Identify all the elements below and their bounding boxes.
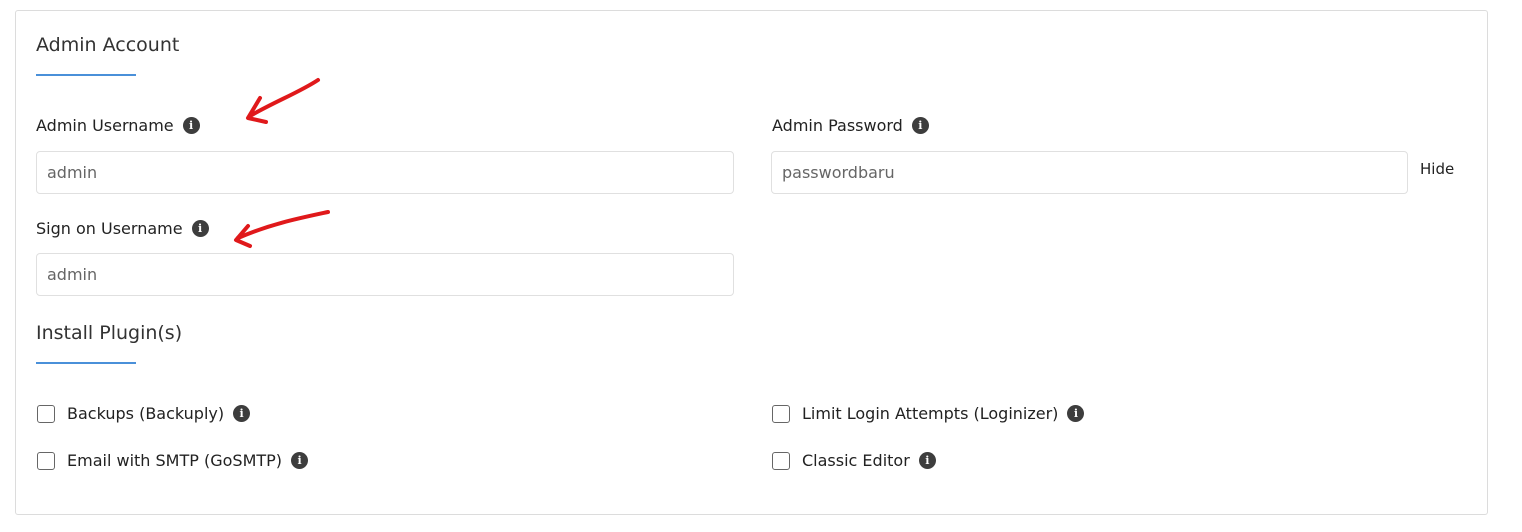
red-arrow-annotation-icon <box>234 210 330 248</box>
plugin-gosmtp-option[interactable]: Email with SMTP (GoSMTP) i <box>37 451 309 470</box>
plugin-backuply-option[interactable]: Backups (Backuply) i <box>37 404 251 423</box>
plugin-classic-editor-option[interactable]: Classic Editor i <box>772 451 936 470</box>
plugin-classic-editor-checkbox[interactable] <box>772 451 790 470</box>
plugin-classic-editor-label: Classic Editor <box>802 451 910 470</box>
admin-password-label: Admin Password <box>772 116 903 135</box>
admin-account-title: Admin Account <box>36 34 180 56</box>
info-icon[interactable]: i <box>182 117 200 134</box>
plugin-backuply-checkbox[interactable] <box>37 404 55 423</box>
plugin-backuply-label: Backups (Backuply) <box>67 404 225 423</box>
info-icon[interactable]: i <box>1067 405 1085 422</box>
admin-username-label-row: Admin Username i <box>36 116 200 135</box>
admin-account-underline <box>36 74 136 76</box>
signon-username-label-row: Sign on Username i <box>36 219 209 238</box>
info-icon[interactable]: i <box>291 452 309 469</box>
info-icon[interactable]: i <box>918 452 936 469</box>
admin-password-label-row: Admin Password i <box>772 116 929 135</box>
info-icon[interactable]: i <box>911 117 929 134</box>
plugin-gosmtp-checkbox[interactable] <box>37 451 55 470</box>
signon-username-label: Sign on Username <box>36 219 183 238</box>
hide-password-toggle[interactable]: Hide <box>1420 160 1454 178</box>
info-icon[interactable]: i <box>233 405 251 422</box>
signon-username-input[interactable] <box>36 253 734 296</box>
admin-username-input[interactable] <box>36 151 734 194</box>
plugin-gosmtp-label: Email with SMTP (GoSMTP) <box>67 451 283 470</box>
admin-password-input[interactable] <box>771 151 1408 194</box>
admin-username-label: Admin Username <box>36 116 174 135</box>
red-arrow-annotation-icon <box>246 78 320 124</box>
info-icon[interactable]: i <box>191 220 209 237</box>
install-plugins-title: Install Plugin(s) <box>36 322 183 344</box>
plugin-loginizer-label: Limit Login Attempts (Loginizer) <box>802 404 1059 423</box>
plugin-loginizer-checkbox[interactable] <box>772 404 790 423</box>
plugin-loginizer-option[interactable]: Limit Login Attempts (Loginizer) i <box>772 404 1085 423</box>
install-plugins-underline <box>36 362 136 364</box>
